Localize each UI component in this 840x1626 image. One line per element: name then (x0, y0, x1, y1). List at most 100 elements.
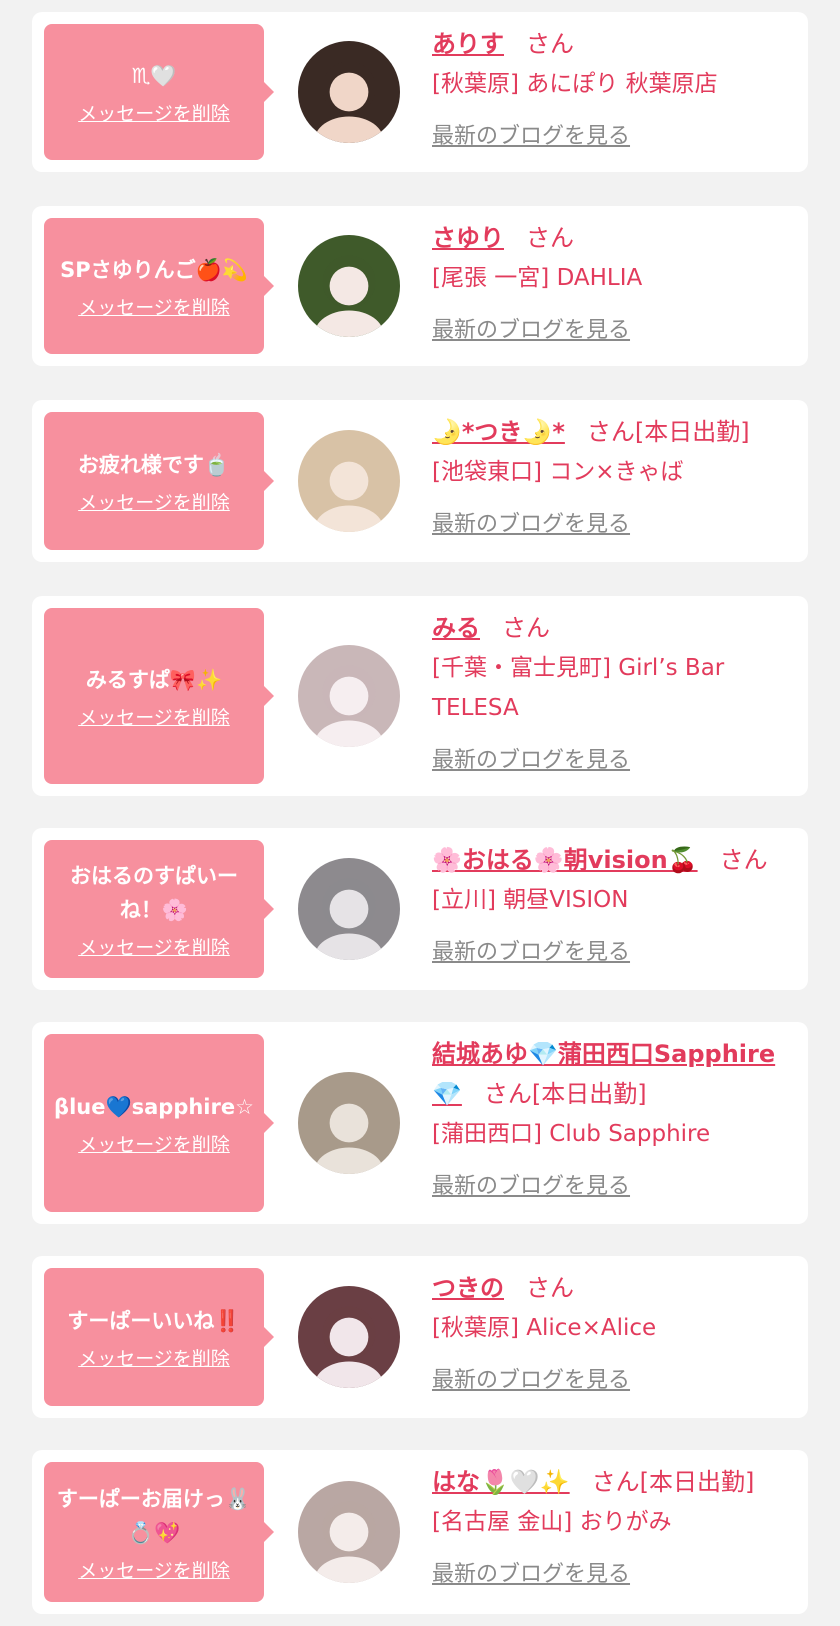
shop-label: [秋葉原] Alice×Alice (432, 1315, 657, 1341)
avatar-photo (298, 645, 400, 747)
delete-message-link[interactable]: メッセージを削除 (78, 933, 230, 960)
latest-blog-link[interactable]: 最新のブログを見る (432, 934, 630, 966)
latest-blog-link[interactable]: 最新のブログを見る (432, 118, 630, 150)
delete-message-link[interactable]: メッセージを削除 (78, 488, 230, 515)
name-line: つきの さん (432, 1268, 792, 1308)
profile-info: 🌛*つき🌛* さん[本日出勤] [池袋東口] コン×きゃば 最新のブログを見る (432, 412, 792, 538)
name-suffix: さん (502, 614, 550, 642)
message-bubble: みるすぱ🎀✨ メッセージを削除 (44, 608, 274, 784)
shop-label: [池袋東口] コン×きゃば (432, 459, 684, 485)
avatar-photo (298, 1072, 400, 1174)
profile-info: 結城あゆ💎蒲田西口Sapphire💎 さん[本日出勤] [蒲田西口] Club S… (432, 1034, 792, 1200)
profile-name-link[interactable]: ありす (432, 30, 504, 58)
name-suffix: さん (526, 224, 574, 252)
message-text: すーぱーいいね‼️ (67, 1308, 241, 1333)
name-suffix: さん (719, 846, 768, 874)
name-suffix: さん[本日出勤] (591, 1468, 755, 1496)
latest-blog-link[interactable]: 最新のブログを見る (432, 312, 630, 344)
message-bubble: すーぱーお届けっ🐰💍💖 メッセージを削除 (44, 1462, 274, 1602)
name-suffix: さん (526, 30, 574, 58)
message-text: SPさゆりんご🍎💫 (60, 257, 248, 282)
name-line: 🌸おはる🌸朝vision🍒 さん (432, 840, 792, 880)
name-line: さゆり さん (432, 218, 792, 258)
name-line: 🌛*つき🌛* さん[本日出勤] (432, 412, 792, 452)
avatar-photo (298, 235, 400, 337)
message-bubble: おはるのすぱいーね！🌸 メッセージを削除 (44, 840, 274, 978)
message-text: おはるのすぱいーね！🌸 (70, 863, 238, 922)
delete-message-link[interactable]: メッセージを削除 (78, 703, 230, 730)
message-card: すーぱーいいね‼️ メッセージを削除 つきの さん [秋葉原] Alice×Ali… (32, 1256, 808, 1418)
avatar-photo (298, 41, 400, 143)
profile-name-link[interactable]: みる (432, 614, 480, 642)
profile-name-link[interactable]: 🌸おはる🌸朝vision🍒 (432, 846, 698, 874)
profile-info: さゆり さん [尾張 一宮] DAHLIA 最新のブログを見る (432, 218, 792, 344)
name-line: みる さん (432, 608, 792, 648)
message-card: みるすぱ🎀✨ メッセージを削除 みる さん [千葉・富士見町] Girl’s Ba… (32, 596, 808, 796)
message-bubble: すーぱーいいね‼️ メッセージを削除 (44, 1268, 274, 1406)
latest-blog-link[interactable]: 最新のブログを見る (432, 742, 630, 774)
delete-message-link[interactable]: メッセージを削除 (78, 293, 230, 320)
avatar[interactable] (298, 430, 400, 532)
avatar[interactable] (298, 645, 400, 747)
profile-name-link[interactable]: さゆり (432, 224, 504, 252)
message-bubble: お疲れ様です🍵 メッセージを削除 (44, 412, 274, 550)
shop-label: [千葉・富士見町] Girl’s Bar TELESA (432, 655, 725, 721)
avatar[interactable] (298, 235, 400, 337)
message-card: SPさゆりんご🍎💫 メッセージを削除 さゆり さん [尾張 一宮] DAHLIA … (32, 206, 808, 366)
avatar-face (329, 1103, 369, 1143)
avatar-face (329, 461, 369, 501)
profile-info: つきの さん [秋葉原] Alice×Alice 最新のブログを見る (432, 1268, 792, 1394)
delete-message-link[interactable]: メッセージを削除 (78, 1344, 230, 1371)
message-list: ♏🤍 メッセージを削除 ありす さん [秋葉原] あにぽり 秋葉原店 最新のブログ… (0, 0, 840, 1626)
avatar-face (329, 1317, 369, 1357)
avatar-photo (298, 430, 400, 532)
avatar-face (329, 889, 369, 929)
message-card: ♏🤍 メッセージを削除 ありす さん [秋葉原] あにぽり 秋葉原店 最新のブログ… (32, 12, 808, 172)
message-bubble: βlue💙sapphire☆ メッセージを削除 (44, 1034, 274, 1212)
name-suffix: さん (526, 1274, 574, 1302)
avatar-face (329, 72, 369, 112)
message-text: ♏🤍 (131, 63, 177, 88)
profile-info: 🌸おはる🌸朝vision🍒 さん [立川] 朝昼VISION 最新のブログを見る (432, 840, 792, 966)
latest-blog-link[interactable]: 最新のブログを見る (432, 1556, 630, 1588)
profile-info: はな🌷🤍✨ さん[本日出勤] [名古屋 金山] おりがみ 最新のブログを見る (432, 1462, 792, 1588)
avatar[interactable] (298, 1481, 400, 1583)
delete-message-link[interactable]: メッセージを削除 (78, 1556, 230, 1583)
profile-name-link[interactable]: はな🌷🤍✨ (432, 1468, 570, 1496)
message-card: すーぱーお届けっ🐰💍💖 メッセージを削除 はな🌷🤍✨ さん[本日出勤] [名古屋 … (32, 1450, 808, 1614)
avatar-photo (298, 1286, 400, 1388)
profile-info: ありす さん [秋葉原] あにぽり 秋葉原店 最新のブログを見る (432, 24, 792, 150)
profile-info: みる さん [千葉・富士見町] Girl’s Bar TELESA 最新のブログを… (432, 608, 792, 774)
name-line: ありす さん (432, 24, 792, 64)
message-bubble: SPさゆりんご🍎💫 メッセージを削除 (44, 218, 274, 354)
message-card: βlue💙sapphire☆ メッセージを削除 結城あゆ💎蒲田西口Sapphir… (32, 1022, 808, 1224)
shop-label: [立川] 朝昼VISION (432, 887, 629, 913)
message-card: おはるのすぱいーね！🌸 メッセージを削除 🌸おはる🌸朝vision🍒 さん [立川… (32, 828, 808, 990)
shop-label: [名古屋 金山] おりがみ (432, 1509, 672, 1535)
shop-label: [尾張 一宮] DAHLIA (432, 265, 643, 291)
avatar-photo (298, 858, 400, 960)
message-text: すーぱーお届けっ🐰💍💖 (56, 1486, 252, 1545)
delete-message-link[interactable]: メッセージを削除 (78, 99, 230, 126)
name-suffix: さん[本日出勤] (483, 1080, 647, 1108)
avatar[interactable] (298, 1286, 400, 1388)
shop-label: [秋葉原] あにぽり 秋葉原店 (432, 71, 718, 97)
avatar[interactable] (298, 41, 400, 143)
shop-label: [蒲田西口] Club Sapphire (432, 1121, 711, 1147)
profile-name-link[interactable]: つきの (432, 1274, 504, 1302)
avatar-face (329, 1512, 369, 1552)
latest-blog-link[interactable]: 最新のブログを見る (432, 1362, 630, 1394)
name-line: はな🌷🤍✨ さん[本日出勤] (432, 1462, 792, 1502)
message-bubble: ♏🤍 メッセージを削除 (44, 24, 274, 160)
message-text: お疲れ様です🍵 (77, 452, 231, 477)
avatar-face (329, 676, 369, 716)
avatar[interactable] (298, 858, 400, 960)
latest-blog-link[interactable]: 最新のブログを見る (432, 506, 630, 538)
avatar[interactable] (298, 1072, 400, 1174)
delete-message-link[interactable]: メッセージを削除 (78, 1130, 230, 1157)
message-card: お疲れ様です🍵 メッセージを削除 🌛*つき🌛* さん[本日出勤] [池袋東口] コ… (32, 400, 808, 562)
latest-blog-link[interactable]: 最新のブログを見る (432, 1168, 630, 1200)
message-text: みるすぱ🎀✨ (85, 667, 223, 692)
profile-name-link[interactable]: 🌛*つき🌛* (432, 418, 565, 446)
name-suffix: さん[本日出勤] (586, 418, 750, 446)
